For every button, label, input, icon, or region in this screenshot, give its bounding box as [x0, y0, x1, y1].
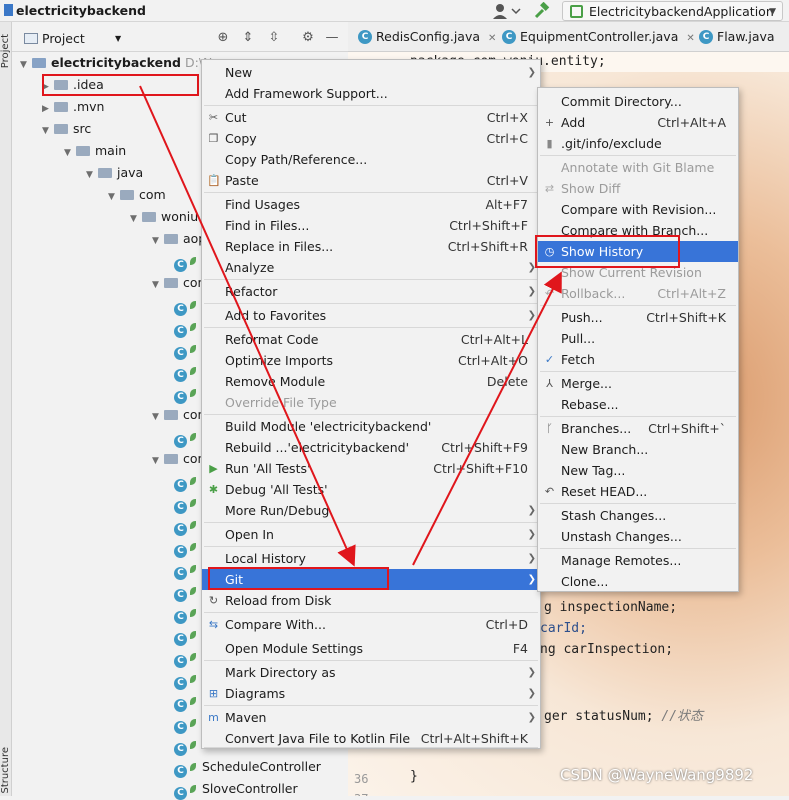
annotation-arrows [139, 85, 562, 567]
watermark: CSDN @WayneWang9892 [560, 766, 754, 784]
arrow-to-show-history [412, 271, 562, 566]
arrow-to-git [139, 85, 356, 567]
